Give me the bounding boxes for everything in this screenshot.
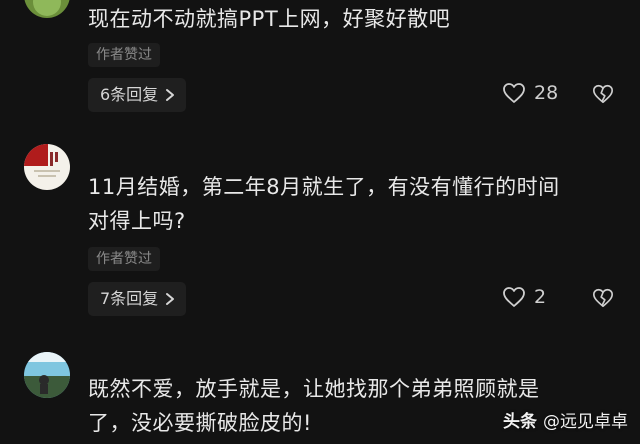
author-liked-badge: 作者赞过 [88, 247, 160, 271]
avatar-image [24, 144, 70, 190]
watermark-account: @远见卓卓 [543, 412, 628, 432]
comment-text: 现在动不动就搞PPT上网，好聚好散吧 [88, 7, 451, 31]
heart-outline-icon [503, 83, 525, 103]
avatar-image [24, 352, 70, 398]
heart-outline-icon [503, 287, 525, 307]
like-button[interactable]: 28 [502, 82, 558, 104]
view-replies-button[interactable]: 7条回复 [88, 282, 187, 316]
dislike-button[interactable] [592, 287, 614, 313]
comment-text: 既然不爱，放手就是，让她找那个弟弟照顾就是 了，没必要撕破脸皮的! [88, 377, 540, 435]
like-count: 2 [534, 286, 547, 308]
dislike-button[interactable] [592, 83, 614, 109]
broken-heart-icon [593, 84, 613, 104]
like-button[interactable]: 2 [502, 286, 546, 308]
like-count: 28 [534, 82, 559, 104]
broken-heart-icon [593, 288, 613, 308]
chevron-right-icon [166, 89, 175, 101]
replies-label: 7条回复 [100, 289, 159, 308]
avatar[interactable] [24, 352, 70, 398]
author-liked-badge: 作者赞过 [88, 43, 160, 67]
chevron-right-icon [166, 293, 175, 305]
replies-label: 6条回复 [100, 85, 159, 104]
watermark-brand: 头条 [503, 412, 537, 432]
view-replies-button[interactable]: 6条回复 [88, 78, 187, 112]
watermark: 头条 @远见卓卓 [503, 407, 628, 432]
avatar[interactable] [24, 0, 70, 18]
comment-text: 11月结婚，第二年8月就生了，有没有懂行的时间 对得上吗? [88, 175, 560, 233]
avatar[interactable] [24, 144, 70, 190]
avatar-image [24, 0, 70, 18]
